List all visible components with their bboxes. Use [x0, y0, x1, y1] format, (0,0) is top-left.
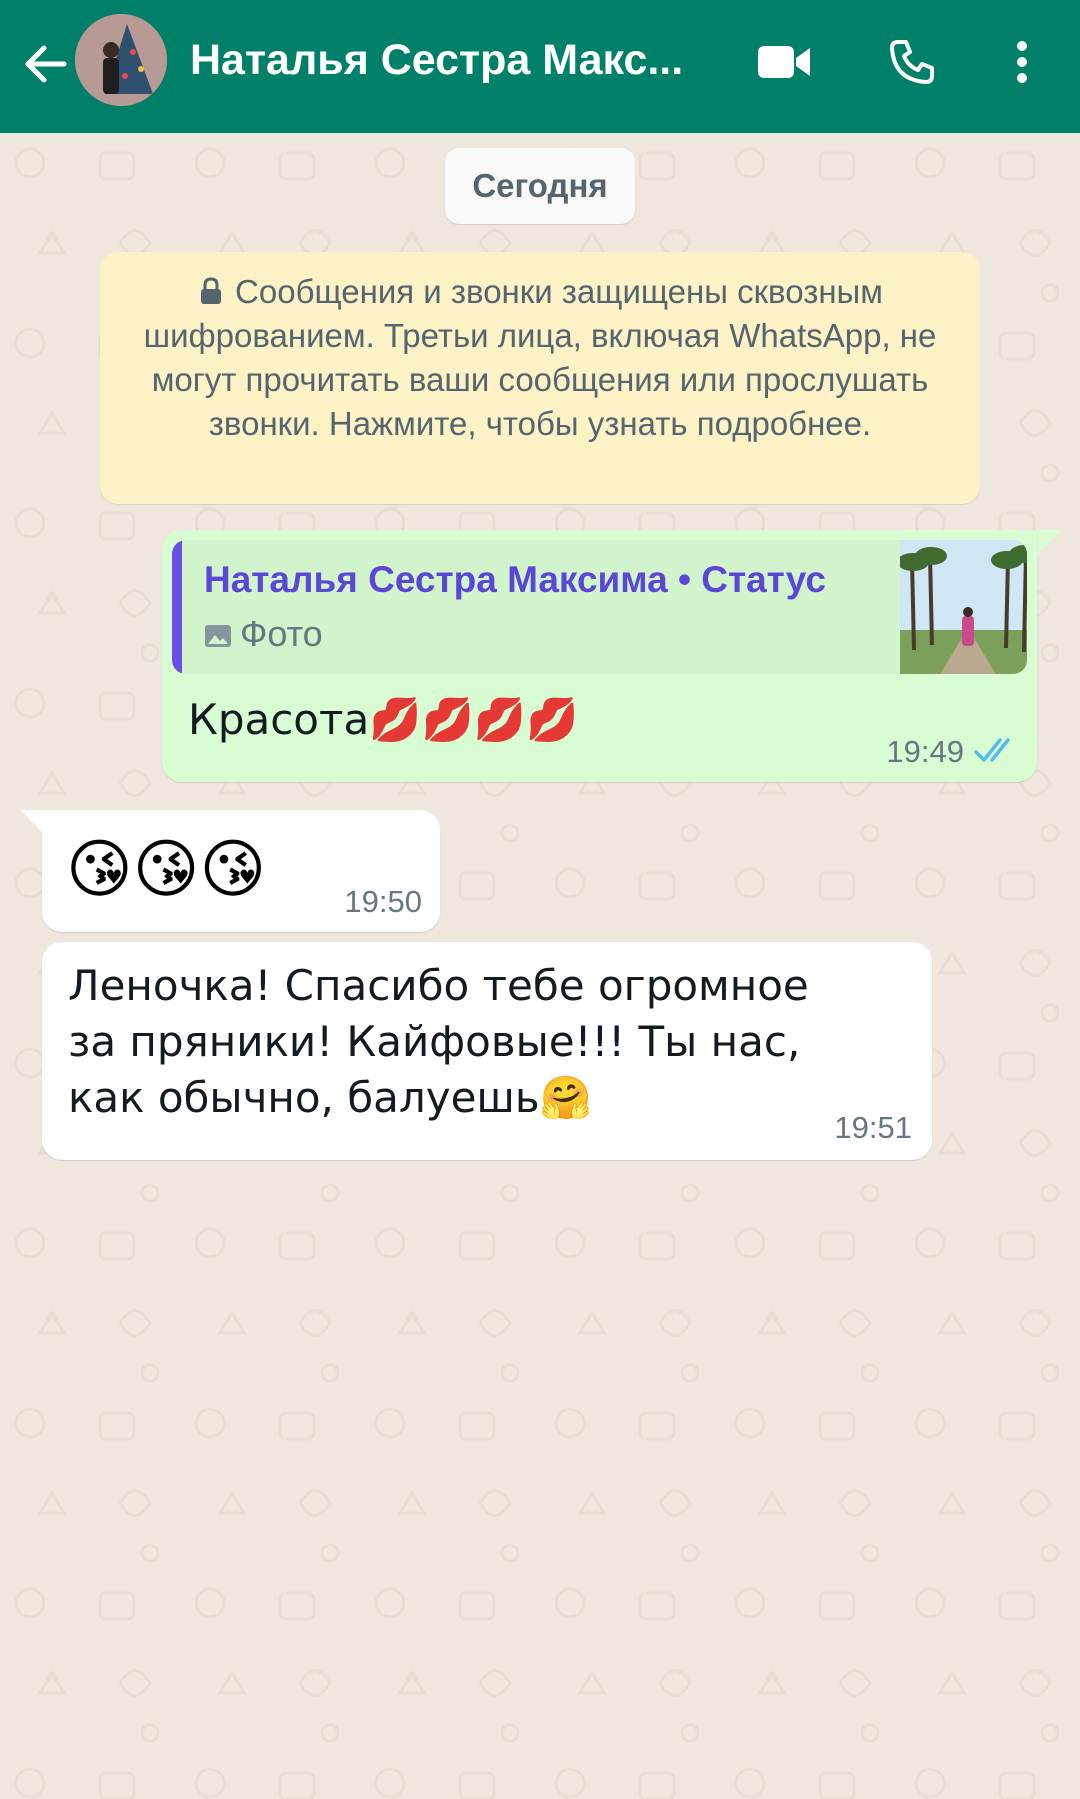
message-text: Леночка! Спасибо тебе огромное за пряник…: [68, 961, 809, 1122]
video-call-icon[interactable]: [752, 30, 816, 94]
more-options-icon[interactable]: [990, 30, 1054, 94]
encryption-notice[interactable]: Сообщения и звонки защищены сквозным шиф…: [100, 252, 980, 504]
message-text: Красота💋💋💋💋: [188, 695, 579, 744]
contact-name[interactable]: Наталья Сестра Макс...: [190, 32, 710, 88]
lock-icon: [201, 277, 222, 304]
quote-type-label: Фото: [240, 613, 323, 654]
date-chip: Сегодня: [445, 148, 635, 224]
quote-accent-bar: [172, 540, 182, 674]
read-ticks-icon: [974, 738, 1010, 762]
back-arrow-icon[interactable]: [18, 36, 74, 92]
contact-avatar[interactable]: [75, 14, 167, 106]
quote-type: Фото: [204, 612, 604, 656]
quote-title: Наталья Сестра Максима • Статус: [204, 559, 826, 600]
voice-call-icon[interactable]: [880, 30, 944, 94]
encryption-notice-text: Сообщения и звонки защищены сквозным шиф…: [143, 273, 937, 442]
bubble-tail: [20, 810, 44, 834]
message-time: 19:50: [344, 884, 422, 919]
message-emoji: 😘😘😘: [66, 833, 267, 907]
incoming-message[interactable]: Леночка! Спасибо тебе огромное за пряник…: [42, 942, 932, 1160]
status-photo-thumbnail: [900, 540, 1027, 674]
quoted-status[interactable]: Наталья Сестра Максима • Статус Фото: [172, 540, 1027, 674]
message-time: 19:49: [886, 734, 964, 769]
chat-header: Наталья Сестра Макс...: [0, 0, 1080, 133]
bubble-tail: [1036, 530, 1062, 556]
message-time: 19:51: [834, 1110, 912, 1145]
incoming-message[interactable]: 😘😘😘 19:50: [42, 810, 440, 932]
outgoing-message[interactable]: Наталья Сестра Максима • Статус Фото Кра…: [162, 530, 1037, 782]
photo-icon: [205, 625, 231, 647]
